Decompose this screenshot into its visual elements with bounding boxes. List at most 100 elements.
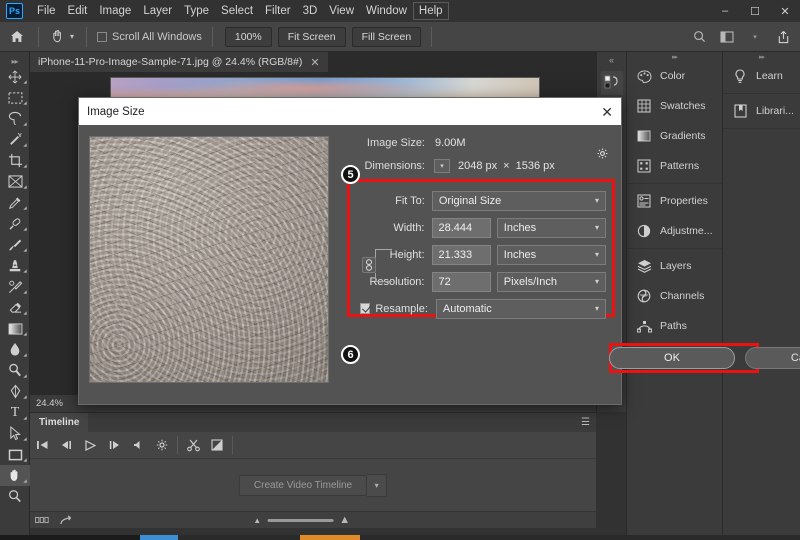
- transition-icon[interactable]: [205, 432, 229, 459]
- chevron-down-icon[interactable]: ▾: [595, 196, 599, 205]
- menu-type[interactable]: Type: [178, 2, 215, 20]
- lasso-tool[interactable]: [0, 108, 30, 129]
- resolution-unit-select[interactable]: Pixels/Inch ▾: [496, 271, 606, 292]
- panel-item-libraries[interactable]: Librari...: [723, 96, 800, 126]
- create-video-timeline-button[interactable]: Create Video Timeline: [238, 475, 368, 496]
- dock-grip[interactable]: ▸▸: [627, 52, 722, 61]
- panel-item-swatches[interactable]: Swatches: [627, 91, 722, 121]
- chevron-down-icon[interactable]: ▾: [595, 277, 599, 286]
- blur-tool[interactable]: [0, 339, 30, 360]
- chevron-down-icon[interactable]: ▾: [742, 25, 768, 49]
- zoom-tool[interactable]: [0, 486, 30, 507]
- chevron-down-icon[interactable]: ▾: [367, 474, 388, 497]
- rectangular-marquee-tool[interactable]: [0, 87, 30, 108]
- eraser-tool[interactable]: [0, 297, 30, 318]
- link-constrain-icon[interactable]: [362, 257, 376, 273]
- home-icon[interactable]: [0, 30, 34, 43]
- dodge-tool[interactable]: [0, 360, 30, 381]
- close-icon[interactable]: ✕: [770, 0, 800, 22]
- toolbar-grip[interactable]: ▸▸: [0, 56, 29, 66]
- menu-image[interactable]: Image: [93, 2, 137, 20]
- crop-tool[interactable]: [0, 150, 30, 171]
- panel-item-properties[interactable]: Properties: [627, 186, 722, 216]
- close-icon[interactable]: ✕: [601, 105, 613, 119]
- panel-item-adjustments[interactable]: Adjustme...: [627, 216, 722, 246]
- ok-button[interactable]: OK: [609, 347, 735, 369]
- image-preview[interactable]: [89, 136, 329, 383]
- slider-track[interactable]: [267, 518, 334, 522]
- document-tab[interactable]: iPhone-11-Pro-Image-Sample-71.jpg @ 24.4…: [30, 52, 328, 72]
- panel-item-gradients[interactable]: Gradients: [627, 121, 722, 151]
- chevron-down-icon[interactable]: ▾: [595, 223, 599, 232]
- menu-layer[interactable]: Layer: [137, 2, 178, 20]
- workspace-icon[interactable]: [714, 25, 740, 49]
- chevron-down-icon[interactable]: ▾: [595, 250, 599, 259]
- split-at-playhead-icon[interactable]: [181, 432, 205, 459]
- panel-item-patterns[interactable]: Patterns: [627, 151, 722, 181]
- active-tool-hand-icon[interactable]: ▾: [43, 29, 82, 44]
- type-tool[interactable]: T: [0, 402, 30, 423]
- frame-view-icon[interactable]: [30, 517, 54, 523]
- share-icon[interactable]: [770, 25, 796, 49]
- menu-view[interactable]: View: [323, 2, 360, 20]
- height-input[interactable]: 21.333: [431, 244, 491, 265]
- timeline-panel-menu-icon[interactable]: ☰: [581, 418, 590, 428]
- rectangle-tool[interactable]: [0, 444, 30, 465]
- panel-item-learn[interactable]: Learn: [723, 61, 800, 91]
- width-input[interactable]: 28.444: [431, 217, 491, 238]
- panel-item-paths[interactable]: Paths: [627, 311, 722, 341]
- spot-healing-brush-tool[interactable]: [0, 213, 30, 234]
- zoom-100-button[interactable]: 100%: [224, 26, 272, 47]
- chevron-down-icon[interactable]: ▾: [70, 32, 74, 41]
- menu-file[interactable]: File: [31, 2, 62, 20]
- convert-to-frame-animation-icon[interactable]: [54, 515, 78, 526]
- close-tab-icon[interactable]: ✕: [310, 56, 319, 69]
- dock-grip[interactable]: ▸▸: [723, 52, 800, 61]
- zoom-in-icon[interactable]: ▲: [339, 514, 350, 526]
- chevron-down-icon[interactable]: ▾: [595, 304, 599, 313]
- play-icon[interactable]: [78, 432, 102, 459]
- constrain-proportions-group[interactable]: [362, 244, 392, 286]
- tab-timeline[interactable]: Timeline: [30, 413, 89, 432]
- menu-help[interactable]: Help: [412, 2, 449, 20]
- zoom-level[interactable]: 24.4%: [30, 398, 72, 409]
- search-icon[interactable]: [686, 25, 712, 49]
- pen-tool[interactable]: [0, 381, 30, 402]
- fit-screen-button[interactable]: Fit Screen: [277, 26, 346, 47]
- go-to-first-frame-icon[interactable]: [30, 432, 54, 459]
- frame-tool[interactable]: [0, 171, 30, 192]
- previous-frame-icon[interactable]: [54, 432, 78, 459]
- height-unit-select[interactable]: Inches ▾: [496, 244, 606, 265]
- maximize-icon[interactable]: ☐: [740, 0, 770, 22]
- menu-select[interactable]: Select: [215, 2, 259, 20]
- menu-edit[interactable]: Edit: [62, 2, 94, 20]
- cancel-button[interactable]: Cancel: [745, 347, 800, 369]
- panel-item-layers[interactable]: Layers: [627, 251, 722, 281]
- resolution-input[interactable]: 72: [431, 271, 491, 292]
- resample-select[interactable]: Automatic ▾: [435, 298, 606, 319]
- history-brush-tool[interactable]: [0, 276, 30, 297]
- menu-3d[interactable]: 3D: [297, 2, 324, 20]
- fill-screen-button[interactable]: Fill Screen: [351, 26, 422, 47]
- resample-checkbox[interactable]: [360, 303, 371, 314]
- hand-tool[interactable]: [0, 465, 30, 486]
- brush-tool[interactable]: [0, 234, 30, 255]
- gradient-tool[interactable]: [0, 318, 30, 339]
- color-picker-swatches[interactable]: [600, 71, 623, 95]
- settings-gear-icon[interactable]: [150, 432, 174, 459]
- panel-item-color[interactable]: Color: [627, 61, 722, 91]
- checkbox-box[interactable]: [97, 31, 108, 42]
- menu-window[interactable]: Window: [360, 2, 413, 20]
- zoom-out-icon[interactable]: ▲: [253, 516, 261, 525]
- dimensions-units-dropdown[interactable]: ▾: [434, 159, 450, 173]
- magic-wand-tool[interactable]: [0, 129, 30, 150]
- scroll-all-windows-checkbox[interactable]: Scroll All Windows: [91, 31, 208, 43]
- next-frame-icon[interactable]: [102, 432, 126, 459]
- panel-item-channels[interactable]: Channels: [627, 281, 722, 311]
- fit-to-select[interactable]: Original Size ▾: [431, 190, 606, 211]
- collapse-panels-icon[interactable]: «: [597, 52, 626, 65]
- menu-filter[interactable]: Filter: [259, 2, 297, 20]
- minimize-icon[interactable]: –: [710, 0, 740, 22]
- eyedropper-tool[interactable]: [0, 192, 30, 213]
- width-unit-select[interactable]: Inches ▾: [496, 217, 606, 238]
